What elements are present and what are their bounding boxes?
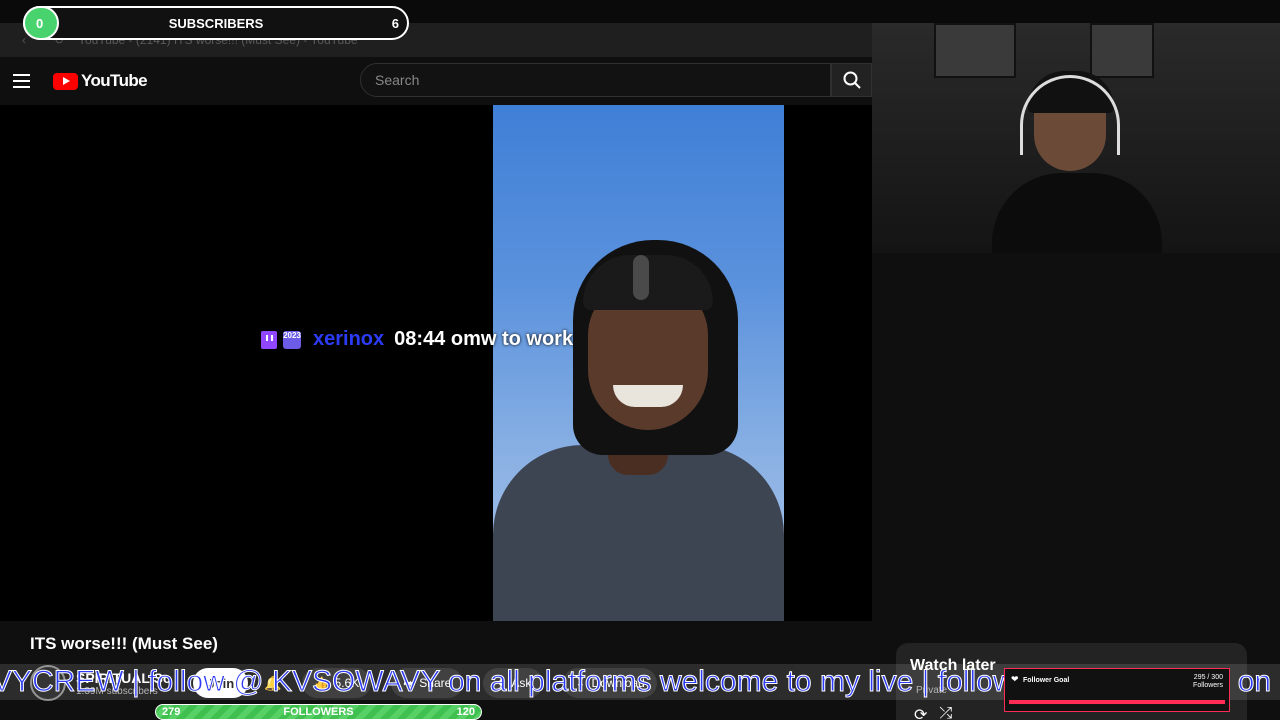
streamer-body bbox=[992, 173, 1162, 253]
follower-goal-count: 295 / 300 bbox=[1193, 674, 1223, 681]
youtube-play-icon bbox=[53, 72, 78, 90]
follower-goal-progress bbox=[1009, 700, 1225, 704]
video-frame bbox=[493, 105, 784, 621]
video-title: ITS worse!!! (Must See) bbox=[30, 634, 218, 653]
followers-goal-target: 120 bbox=[456, 706, 475, 718]
subscriber-goal-bar: 0 SUBSCRIBERS 6 bbox=[23, 6, 409, 40]
streamer bbox=[992, 63, 1162, 253]
wall-poster bbox=[934, 23, 1016, 78]
search-button[interactable] bbox=[831, 63, 872, 97]
followers-goal-label: FOLLOWERS bbox=[283, 706, 354, 718]
menu-icon[interactable] bbox=[13, 74, 30, 88]
chat-message: 2023 xerinox 08:44 omw to work bbox=[261, 328, 573, 351]
follower-goal-title: Follower Goal bbox=[1023, 677, 1070, 684]
follower-goal-title-wrap: Follower Goal bbox=[1011, 677, 1069, 684]
subscriber-goal-label: SUBSCRIBERS bbox=[168, 16, 264, 31]
subscriber-goal-target: 6 bbox=[391, 16, 399, 31]
loop-icon[interactable]: ⟳ bbox=[914, 705, 927, 720]
stream-screen: ‹ ↻ YouTube - (2141) ITS worse!!! (Must … bbox=[0, 0, 1280, 720]
follower-goal-card: ❤ Follower Goal 295 / 300 Followers bbox=[1004, 668, 1230, 712]
shuffle-icon[interactable]: ⤮ bbox=[939, 705, 952, 720]
follower-goal-count-wrap: 295 / 300 Followers bbox=[1193, 674, 1223, 690]
search-input[interactable]: Search bbox=[360, 63, 831, 97]
youtube-logo-text: YouTube bbox=[81, 71, 148, 90]
youtube-logo[interactable]: YouTube bbox=[53, 71, 148, 91]
streamer-webcam bbox=[872, 23, 1280, 253]
chat-username: xerinox bbox=[313, 328, 385, 350]
video-person-smile bbox=[613, 385, 683, 407]
video-person-shine bbox=[633, 255, 649, 300]
youtube-header: YouTube Search bbox=[0, 57, 872, 105]
twitch-icon bbox=[261, 330, 277, 349]
search-icon bbox=[843, 71, 861, 89]
follower-goal-unit: Followers bbox=[1193, 682, 1223, 689]
followers-goal-bar: 279 FOLLOWERS 120 bbox=[155, 704, 482, 720]
sub-badge-icon: 2023 bbox=[283, 330, 301, 349]
watch-later-controls: ⟳ ⤮ bbox=[914, 705, 952, 720]
video-player[interactable] bbox=[0, 105, 872, 621]
chat-text: 08:44 omw to work bbox=[394, 328, 574, 350]
